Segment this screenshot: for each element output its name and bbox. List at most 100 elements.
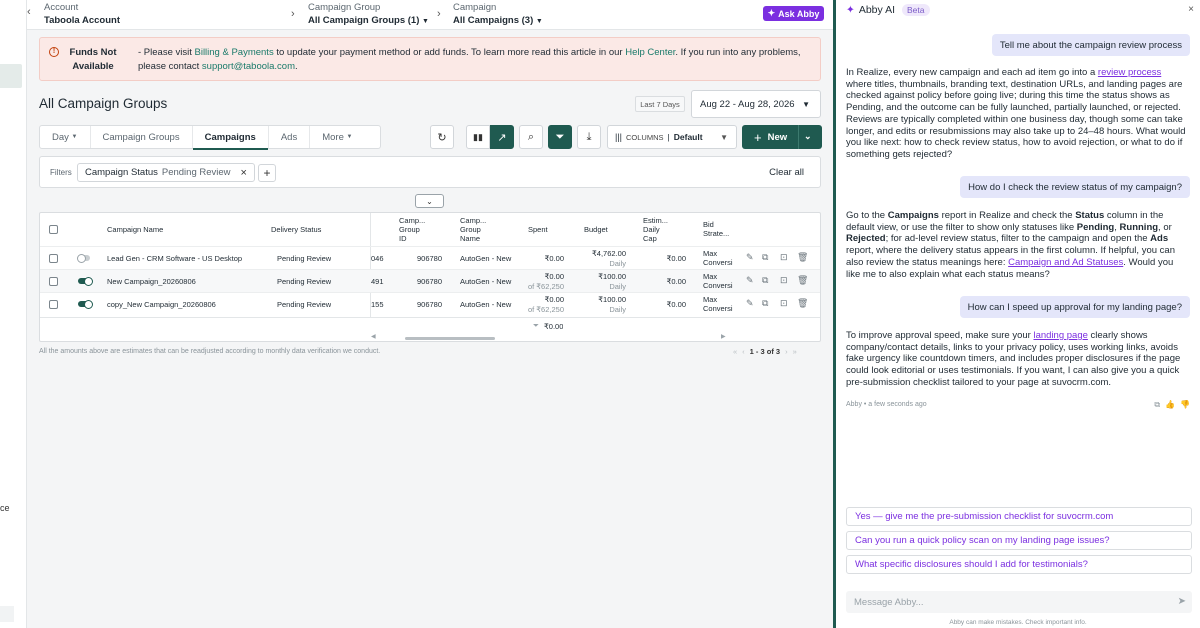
thumbs-down-icon[interactable]: 👎	[1180, 400, 1190, 410]
chevron-down-icon[interactable]: ⌄	[804, 131, 812, 142]
clear-all-button[interactable]: Clear all	[769, 167, 804, 178]
campaign-group-selector[interactable]: Campaign Group All Campaign Groups (1) ▼	[308, 2, 429, 26]
suggestion-chip[interactable]: What specific disclosures should I add f…	[846, 555, 1192, 574]
suggestion-chip[interactable]: Can you run a quick policy scan on my la…	[846, 531, 1192, 550]
account-selector[interactable]: Account Taboola Account	[44, 2, 120, 26]
trash-icon[interactable]: 🗑	[797, 252, 808, 263]
message-input[interactable]	[846, 591, 1192, 613]
campaign-toggle[interactable]	[78, 277, 93, 286]
left-nav-bottom-item[interactable]	[0, 606, 14, 622]
budget-sub: Daily	[609, 282, 626, 291]
campaign-selector[interactable]: Campaign All Campaigns (3) ▼	[453, 2, 543, 26]
edit-icon[interactable]: ✎	[746, 275, 754, 286]
trash-icon[interactable]: 🗑	[797, 275, 808, 286]
warning-icon: !	[49, 47, 59, 57]
export-icon[interactable]: ⊡	[780, 275, 788, 286]
filter-chip-key: Campaign Status	[85, 167, 158, 178]
table-row[interactable]: Lead Gen - CRM Software - US Desktop Pen…	[40, 246, 820, 269]
funds-alert: ! Funds Not Available - Please visit Bil…	[39, 37, 821, 81]
table-row[interactable]: copy_New Campaign_20260806 Pending Revie…	[40, 292, 820, 315]
message-bold: Status	[1075, 210, 1105, 221]
duplicate-icon[interactable]: ⧉	[762, 298, 768, 309]
campaign-toggle[interactable]	[77, 254, 90, 263]
duplicate-icon[interactable]: ⧉	[762, 275, 768, 286]
row-checkbox[interactable]	[49, 254, 58, 263]
chevron-right-icon: ›	[437, 8, 441, 20]
col-header-bid-strategy[interactable]: Bid Strate...	[703, 220, 733, 238]
next-page-icon[interactable]: ›	[785, 347, 788, 356]
export-icon[interactable]: ⊡	[780, 298, 788, 309]
close-icon[interactable]: ×	[1188, 4, 1194, 15]
last-page-icon[interactable]: »	[793, 347, 797, 356]
statuses-link[interactable]: Campaign and Ad Statuses	[1008, 257, 1123, 268]
suggestion-chip[interactable]: Yes — give me the pre-submission checkli…	[846, 507, 1192, 526]
send-icon[interactable]: ➤	[1178, 596, 1186, 607]
scroll-left-icon[interactable]: ◀	[371, 333, 376, 340]
export-icon[interactable]: ⊡	[780, 252, 788, 263]
review-process-link[interactable]: review process	[1098, 67, 1161, 78]
tab-campaign-groups[interactable]: Campaign Groups	[91, 126, 193, 148]
ask-abby-label: Ask Abby	[778, 8, 820, 19]
col-header-daily-cap[interactable]: Estim... Daily Cap	[643, 216, 675, 243]
campaign-toggle[interactable]	[78, 300, 93, 309]
col-header-campaign-name[interactable]: Campaign Name	[107, 225, 163, 234]
last-7-days-preset[interactable]: Last 7 Days	[635, 96, 685, 112]
campaign-id-partial: 046	[371, 254, 384, 263]
line-chart-toggle[interactable]: ↗	[490, 125, 514, 149]
scroll-right-icon[interactable]: ▶	[721, 333, 726, 340]
campaign-name-link[interactable]: New Campaign_20260806	[107, 277, 196, 286]
thumbs-up-icon[interactable]: 👍	[1165, 400, 1175, 410]
duplicate-icon[interactable]: ⧉	[762, 252, 768, 263]
prev-page-icon[interactable]: ‹	[742, 347, 745, 356]
chevron-down-icon: ⌄	[426, 196, 433, 206]
horizontal-scrollbar[interactable]	[405, 337, 495, 340]
landing-page-link[interactable]: landing page	[1033, 330, 1087, 341]
tab-day[interactable]: Day ▼	[40, 126, 91, 148]
select-all-checkbox[interactable]	[49, 225, 58, 234]
add-filter-button[interactable]: +	[258, 164, 276, 182]
columns-icon: |||	[615, 132, 623, 142]
help-center-link[interactable]: Help Center	[625, 47, 675, 58]
table-row[interactable]: New Campaign_20260806 Pending Review 491…	[40, 269, 820, 292]
filter-chip-campaign-status[interactable]: Campaign Status Pending Review ×	[77, 163, 255, 182]
message-bold: Campaigns	[887, 210, 939, 221]
message-bold: Ads	[1150, 233, 1169, 245]
col-header-spent[interactable]: Spent	[528, 225, 548, 234]
left-nav-selected-item[interactable]	[0, 64, 22, 88]
col-header-group-id[interactable]: Camp... Group ID	[399, 216, 429, 243]
filter-button[interactable]: ⏷	[548, 125, 572, 149]
first-page-icon[interactable]: «	[733, 347, 737, 356]
tab-more[interactable]: More ▼	[310, 126, 364, 148]
bar-chart-toggle[interactable]: ▮▮	[466, 125, 490, 149]
edit-icon[interactable]: ✎	[746, 252, 754, 263]
filter-chip-value: Pending Review	[161, 167, 231, 178]
tab-campaigns[interactable]: Campaigns	[192, 126, 269, 150]
refresh-button[interactable]: ↻	[430, 125, 454, 149]
collapse-chart-button[interactable]: ⌄	[415, 194, 444, 208]
total-spent: ₹0.00	[544, 322, 564, 331]
campaign-name-link[interactable]: copy_New Campaign_20260806	[107, 300, 216, 309]
copy-icon[interactable]: ⧉	[1154, 400, 1160, 410]
col-header-group-name[interactable]: Camp... Group Name	[460, 216, 494, 243]
tab-ads[interactable]: Ads	[269, 126, 311, 148]
campaign-name-link[interactable]: Lead Gen - CRM Software - US Desktop	[107, 254, 242, 263]
row-checkbox[interactable]	[49, 300, 58, 309]
row-checkbox[interactable]	[49, 277, 58, 286]
col-header-delivery-status[interactable]: Delivery Status	[271, 225, 321, 234]
date-range-picker[interactable]: Aug 22 - Aug 28, 2026 ▼	[691, 90, 821, 118]
collapse-nav-chevron-icon[interactable]: ‹	[27, 6, 31, 18]
download-button[interactable]: ⤓	[577, 125, 601, 149]
campaign-label: Campaign	[453, 2, 497, 13]
new-button[interactable]: + New ⌄	[742, 125, 822, 149]
billing-link[interactable]: Billing & Payments	[195, 47, 274, 58]
support-email-link[interactable]: support@taboola.com	[202, 61, 295, 72]
col-header-budget[interactable]: Budget	[584, 225, 608, 234]
trash-icon[interactable]: 🗑	[797, 298, 808, 309]
close-icon[interactable]: ×	[241, 167, 247, 179]
edit-icon[interactable]: ✎	[746, 298, 754, 309]
search-button[interactable]: ⌕	[519, 125, 543, 149]
columns-selector[interactable]: ||| COLUMNS | Default ▼	[607, 125, 737, 149]
ask-abby-button[interactable]: ✦ Ask Abby	[763, 6, 824, 21]
campaigns-table: Campaign Name Delivery Status Camp... Gr…	[39, 212, 821, 342]
account-label: Account	[44, 2, 79, 13]
